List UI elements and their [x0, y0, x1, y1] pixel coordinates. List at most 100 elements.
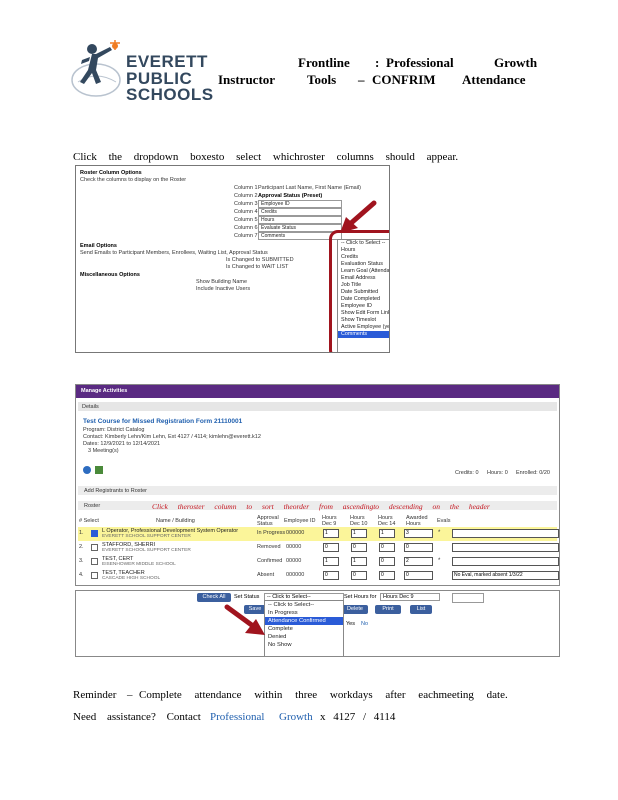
red-arrow-icon — [340, 200, 377, 233]
email-no-option[interactable]: No — [361, 621, 368, 627]
assist-extension: x 4127 / 4114 — [320, 711, 396, 723]
row-eval-comment[interactable] — [452, 543, 559, 552]
row-hours-dec14[interactable]: 0 — [379, 557, 395, 566]
row-hours-dec9[interactable]: 1 — [323, 557, 339, 566]
column-option[interactable]: Employee ID — [338, 303, 389, 310]
column-option[interactable]: Job Title — [338, 282, 389, 289]
status-option[interactable]: Denied — [265, 633, 343, 641]
column-option[interactable]: Active Employee (yes/no) — [338, 324, 389, 331]
column-4-label: Column 4 — [234, 209, 258, 215]
row-checkbox[interactable] — [91, 530, 98, 537]
roster-screenshot: Manage Activities Details Test Course fo… — [75, 384, 560, 586]
column-option[interactable]: Show Timeslot — [338, 317, 389, 324]
column-3-select[interactable]: Employee ID — [258, 200, 342, 208]
col-hours1-header[interactable]: Hours Dec 9 — [322, 515, 344, 527]
set-status-label: Set Status — [234, 594, 260, 600]
row-awarded-hours[interactable]: 3 — [404, 529, 433, 538]
status-option[interactable]: Complete — [265, 625, 343, 633]
row-awarded-hours[interactable]: 0 — [404, 543, 433, 552]
column-option[interactable]: -- Click to Select -- — [338, 240, 389, 247]
set-hours-select[interactable]: Hours Dec 9 — [380, 593, 440, 601]
column-1-label: Column 1 — [234, 185, 258, 191]
status-option[interactable]: Attendance Confirmed — [265, 617, 343, 625]
row-eval-comment[interactable] — [452, 529, 559, 538]
column-option[interactable]: Comments — [338, 331, 389, 338]
row-number: 3. — [79, 558, 84, 564]
instruction-text: Click the dropdown boxesto select whichr… — [73, 151, 459, 163]
column-option[interactable]: Show Edit Form Link — [338, 310, 389, 317]
row-hours-dec14[interactable]: 1 — [379, 529, 395, 538]
row-building: EISENHOWER MIDDLE SCHOOL — [102, 562, 176, 567]
row-employee-id: 00000 — [286, 558, 302, 564]
email-yes-option[interactable]: Yes — [346, 621, 355, 627]
status-option[interactable]: In Progress — [265, 609, 343, 617]
row-checkbox[interactable] — [91, 572, 98, 579]
roster-options-desc: Check the columns to display on the Rost… — [80, 177, 187, 183]
column-7-dropdown-list[interactable]: -- Click to Select -- Hours Credits Evaluat… — [337, 239, 389, 352]
details-tab[interactable]: Details — [82, 404, 99, 410]
column-option[interactable]: Learn Goal (Attendance) — [338, 268, 389, 275]
assist-lead: Need assistance? Contact — [73, 711, 201, 723]
header-frontline: Frontline — [298, 55, 350, 70]
credits-count: Credits: 0 — [455, 470, 479, 476]
report-icon[interactable] — [95, 466, 103, 474]
column-option[interactable]: Date Submitted — [338, 289, 389, 296]
roster-tab[interactable]: Roster — [84, 503, 100, 509]
row-eval-comment[interactable]: No Eval, marked absent 1/3/22 — [452, 571, 559, 580]
delete-button[interactable]: Delete — [342, 605, 368, 614]
col-awarded-header[interactable]: Awarded Hours — [406, 515, 432, 527]
col-name-header[interactable]: Name / Building — [156, 518, 195, 524]
row-hours-dec9[interactable]: 1 — [323, 529, 339, 538]
row-awarded-hours[interactable]: 2 — [404, 557, 433, 566]
row-hours-dec10[interactable]: 1 — [351, 557, 367, 566]
column-option[interactable]: Hours — [338, 247, 389, 254]
row-hours-dec14[interactable]: 0 — [379, 543, 395, 552]
column-4-select[interactable]: Credits — [258, 208, 342, 216]
hours-input[interactable] — [452, 593, 484, 603]
row-hours-dec10[interactable]: 0 — [351, 571, 367, 580]
col-status-header[interactable]: Approval Status — [257, 515, 281, 527]
col-evals-header[interactable]: Evals — [437, 518, 450, 524]
course-title-link[interactable]: Test Course for Missed Registration Form… — [83, 418, 242, 425]
row-status: Removed — [257, 544, 281, 550]
reminder-lead: Reminder — [73, 689, 117, 701]
col-hours2-header[interactable]: Hours Dec 10 — [350, 515, 372, 527]
check-all-button[interactable]: Check All — [197, 593, 231, 602]
col-select-header[interactable]: # Select — [79, 518, 99, 524]
roster-options-title: Roster Column Options — [80, 170, 142, 176]
course-meetings[interactable]: 3 Meeting(s) — [88, 448, 119, 454]
row-hours-dec10[interactable]: 0 — [351, 543, 367, 552]
column-option[interactable]: Evaluation Status — [338, 261, 389, 268]
add-registrants-tab[interactable]: Add Registrants to Roster — [84, 488, 147, 494]
row-hours-dec10[interactable]: 1 — [351, 529, 367, 538]
column-6-label: Column 6 — [234, 225, 258, 231]
column-option[interactable]: Email Address — [338, 275, 389, 282]
row-checkbox[interactable] — [91, 544, 98, 551]
info-icon[interactable] — [83, 466, 91, 474]
row-awarded-hours[interactable]: 0 — [404, 571, 433, 580]
column-option[interactable]: Credits — [338, 254, 389, 261]
row-eval-comment[interactable] — [452, 557, 559, 566]
logo-word-schools: SCHOOLS — [126, 85, 214, 104]
row-status: In Progress — [257, 530, 286, 536]
reminder-dash: – — [127, 689, 133, 701]
column-option[interactable]: Date Completed — [338, 296, 389, 303]
row-checkbox[interactable] — [91, 558, 98, 565]
row-hours-dec9[interactable]: 0 — [323, 571, 339, 580]
list-button[interactable]: List — [410, 605, 432, 614]
assist-link-professional[interactable]: Professional — [210, 711, 264, 723]
col-hours3-header[interactable]: Hours Dec 14 — [378, 515, 400, 527]
column-5-select[interactable]: Hours — [258, 216, 342, 224]
column-6-select[interactable]: Evaluate Status — [258, 224, 342, 232]
column-2-value: Approval Status (Preset) — [258, 193, 323, 199]
status-option[interactable]: -- Click to Select-- — [265, 601, 343, 609]
assist-link-growth[interactable]: Growth — [279, 711, 313, 723]
print-button[interactable]: Print — [375, 605, 401, 614]
status-dropdown-list[interactable]: -- Click to Select-- In Progress Attendanc… — [264, 600, 344, 656]
row-hours-dec14[interactable]: 0 — [379, 571, 395, 580]
col-empid-header[interactable]: Employee ID — [284, 518, 316, 524]
status-option[interactable]: No Show — [265, 641, 343, 649]
row-hours-dec9[interactable]: 0 — [323, 543, 339, 552]
roster-column-options-screenshot: Roster Column Options Check the columns … — [75, 165, 390, 353]
row-building: EVERETT SCHOOL SUPPORT CENTER — [102, 548, 191, 553]
